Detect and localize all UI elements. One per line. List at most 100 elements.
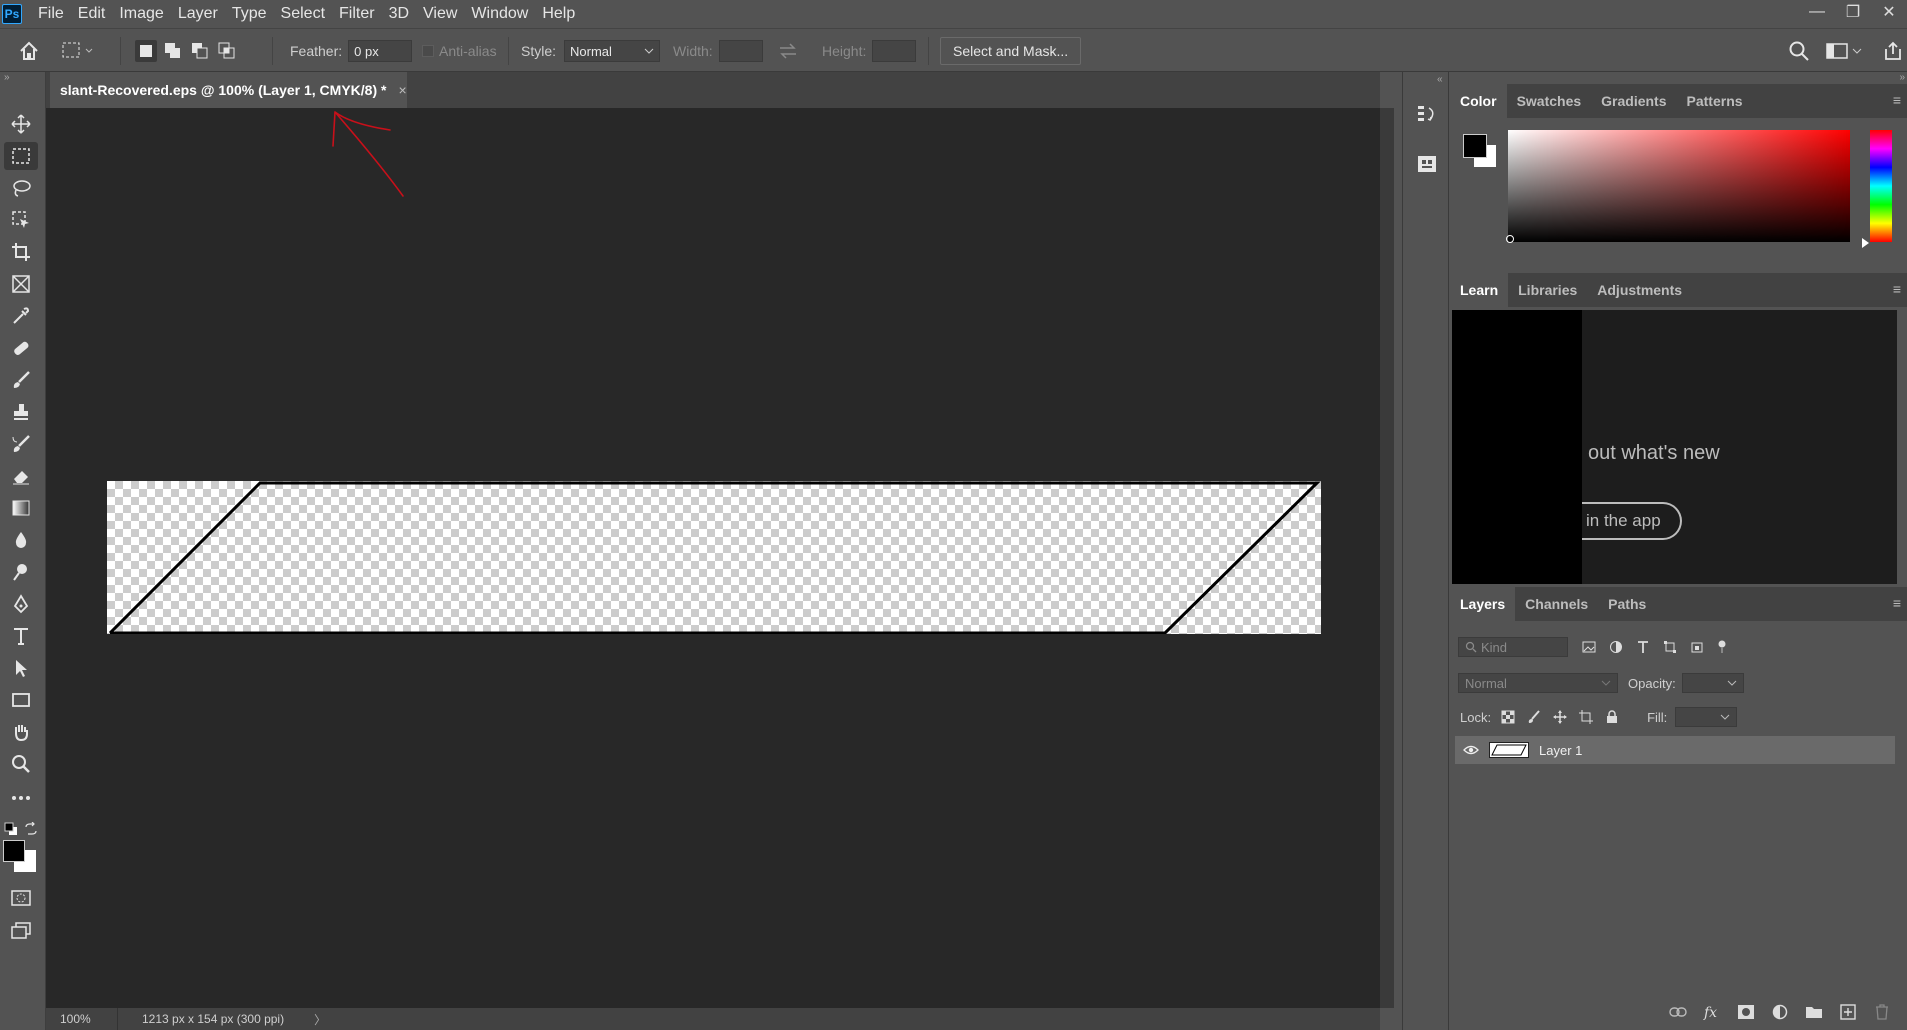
- object-selection-tool[interactable]: [4, 206, 38, 234]
- menu-filter[interactable]: Filter: [339, 5, 375, 23]
- tab-learn[interactable]: Learn: [1450, 273, 1509, 307]
- tab-paths[interactable]: Paths: [1598, 587, 1656, 621]
- tab-layers[interactable]: Layers: [1450, 587, 1516, 621]
- new-layer-button[interactable]: [1831, 1000, 1865, 1024]
- rectangle-tool[interactable]: [4, 686, 38, 714]
- select-and-mask-button[interactable]: Select and Mask...: [940, 37, 1082, 65]
- vertical-scrollbar[interactable]: [1380, 108, 1394, 1008]
- intersect-selection-button[interactable]: [216, 40, 238, 62]
- hue-slider-handle[interactable]: [1862, 238, 1869, 248]
- tab-libraries[interactable]: Libraries: [1508, 273, 1587, 307]
- eraser-tool[interactable]: [4, 462, 38, 490]
- fill-input[interactable]: [1675, 707, 1738, 727]
- add-selection-button[interactable]: [162, 40, 184, 62]
- tab-adjustments[interactable]: Adjustments: [1587, 273, 1692, 307]
- menu-file[interactable]: File: [38, 5, 64, 23]
- home-button[interactable]: [18, 29, 40, 73]
- eyedropper-tool[interactable]: [4, 302, 38, 330]
- lock-transparent-icon[interactable]: [1501, 710, 1515, 724]
- panel-foreground-swatch[interactable]: [1463, 134, 1487, 158]
- quick-mask-button[interactable]: [4, 884, 38, 912]
- feather-input[interactable]: 0 px: [348, 40, 413, 62]
- minimize-button[interactable]: —: [1799, 0, 1835, 24]
- new-group-button[interactable]: [1797, 1000, 1831, 1024]
- history-brush-tool[interactable]: [4, 430, 38, 458]
- style-select[interactable]: Normal: [564, 40, 661, 62]
- tab-gradients[interactable]: Gradients: [1591, 84, 1676, 118]
- menu-layer[interactable]: Layer: [178, 5, 218, 23]
- close-button[interactable]: ✕: [1871, 0, 1907, 24]
- marquee-tool[interactable]: [4, 142, 38, 170]
- hand-tool[interactable]: [4, 718, 38, 746]
- height-input[interactable]: [872, 40, 917, 62]
- document-tab[interactable]: slant-Recovered.eps @ 100% (Layer 1, CMY…: [50, 72, 407, 108]
- filter-toggle-icon[interactable]: [1717, 640, 1727, 654]
- tab-channels[interactable]: Channels: [1515, 587, 1598, 621]
- path-selection-tool[interactable]: [4, 654, 38, 682]
- default-colors-button[interactable]: [4, 822, 18, 840]
- smart-object-filter-icon[interactable]: [1690, 640, 1704, 654]
- zoom-level[interactable]: 100%: [46, 1008, 118, 1030]
- lock-position-icon[interactable]: [1553, 710, 1568, 724]
- history-panel-button[interactable]: [1415, 102, 1439, 130]
- properties-panel-button[interactable]: [1415, 152, 1439, 180]
- menu-view[interactable]: View: [423, 5, 457, 23]
- swap-colors-button[interactable]: [24, 821, 38, 840]
- pen-tool[interactable]: [4, 590, 38, 618]
- lock-pixels-icon[interactable]: [1527, 710, 1541, 724]
- layer-filter-select[interactable]: Kind: [1458, 637, 1568, 657]
- edit-toolbar-button[interactable]: [4, 784, 38, 812]
- menu-help[interactable]: Help: [542, 5, 575, 23]
- menu-select[interactable]: Select: [281, 5, 325, 23]
- tab-swatches[interactable]: Swatches: [1507, 84, 1592, 118]
- tab-color[interactable]: Color: [1450, 84, 1507, 118]
- restore-button[interactable]: ❐: [1835, 0, 1871, 24]
- learn-panel-menu-icon[interactable]: ≡: [1893, 281, 1901, 297]
- blend-mode-select[interactable]: Normal: [1458, 673, 1618, 693]
- collapse-toolbar-icon[interactable]: »: [4, 72, 10, 83]
- link-layers-button[interactable]: [1661, 1000, 1695, 1024]
- subtract-selection-button[interactable]: [189, 40, 211, 62]
- type-filter-icon[interactable]: [1636, 640, 1650, 654]
- share-button[interactable]: [1882, 29, 1904, 73]
- menu-type[interactable]: Type: [232, 5, 267, 23]
- add-mask-button[interactable]: [1729, 1000, 1763, 1024]
- adjustment-filter-icon[interactable]: [1609, 640, 1623, 654]
- lasso-tool[interactable]: [4, 174, 38, 202]
- tab-patterns[interactable]: Patterns: [1677, 84, 1753, 118]
- crop-tool[interactable]: [4, 238, 38, 266]
- expand-dock-icon[interactable]: »: [1899, 72, 1905, 83]
- dodge-tool[interactable]: [4, 558, 38, 586]
- menu-edit[interactable]: Edit: [78, 5, 106, 23]
- close-tab-icon[interactable]: ×: [398, 82, 406, 98]
- move-tool[interactable]: [4, 110, 38, 138]
- foreground-color-swatch[interactable]: [3, 840, 25, 862]
- color-picker-field[interactable]: [1508, 130, 1850, 242]
- lock-all-icon[interactable]: [1605, 710, 1619, 724]
- healing-brush-tool[interactable]: [4, 334, 38, 362]
- blur-tool[interactable]: [4, 526, 38, 554]
- menu-image[interactable]: Image: [119, 5, 163, 23]
- clone-stamp-tool[interactable]: [4, 398, 38, 426]
- status-menu-arrow[interactable]: 〉: [314, 1011, 326, 1028]
- frame-tool[interactable]: [4, 270, 38, 298]
- width-input[interactable]: [718, 40, 763, 62]
- layers-panel-menu-icon[interactable]: ≡: [1893, 595, 1901, 611]
- layer-row[interactable]: Layer 1: [1455, 736, 1895, 764]
- color-panel-menu-icon[interactable]: ≡: [1893, 92, 1901, 108]
- lock-artboard-icon[interactable]: [1579, 710, 1594, 724]
- hue-slider[interactable]: [1870, 130, 1892, 242]
- search-button[interactable]: [1788, 29, 1810, 73]
- learn-cta-button[interactable]: in the app: [1582, 502, 1682, 540]
- color-picker-handle[interactable]: [1506, 235, 1514, 243]
- type-tool[interactable]: [4, 622, 38, 650]
- menu-window[interactable]: Window: [471, 5, 528, 23]
- tool-preset-picker[interactable]: [60, 29, 96, 73]
- new-selection-button[interactable]: [135, 40, 157, 62]
- screen-mode-button[interactable]: [4, 916, 38, 944]
- pixel-filter-icon[interactable]: [1582, 640, 1596, 654]
- delete-layer-button[interactable]: [1865, 1000, 1899, 1024]
- eye-icon[interactable]: [1463, 744, 1479, 756]
- opacity-input[interactable]: [1681, 673, 1744, 693]
- layer-style-button[interactable]: fx: [1695, 1000, 1729, 1024]
